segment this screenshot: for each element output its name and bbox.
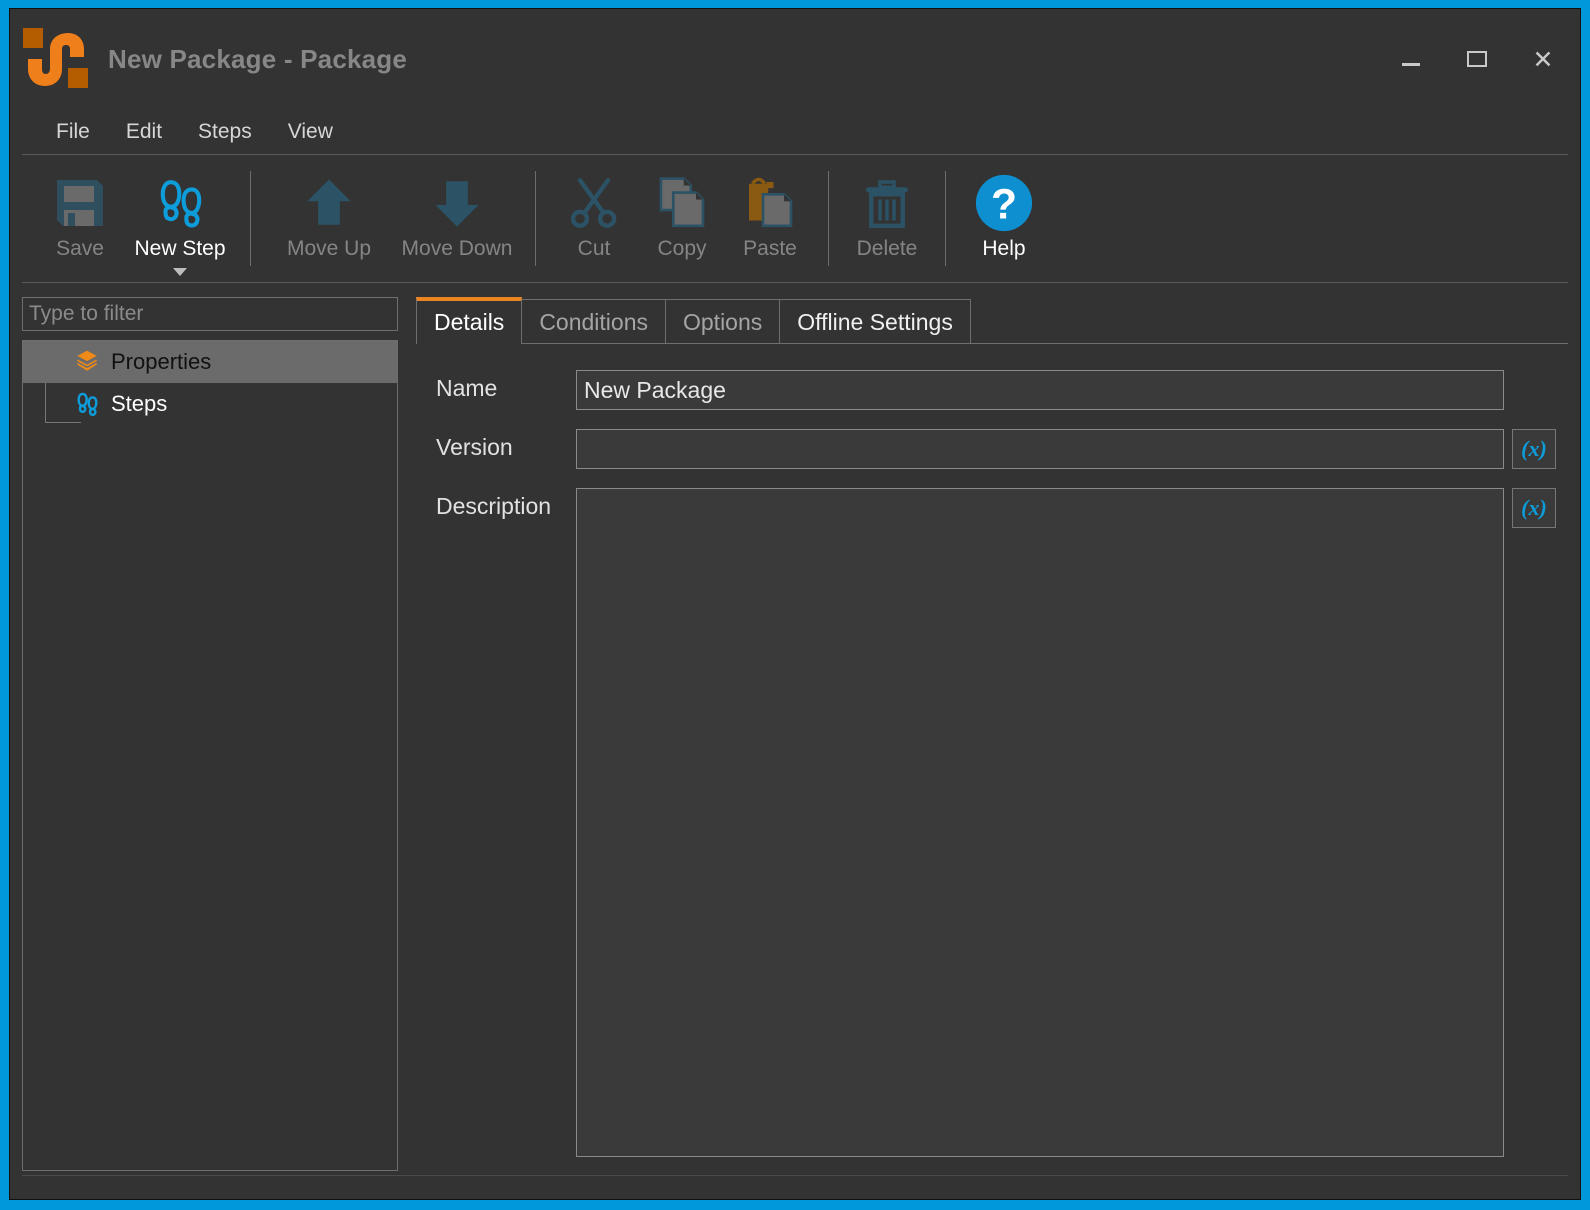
tab-strip: Details Conditions Options Offline Setti… (416, 297, 1568, 344)
help-button[interactable]: ? Help (960, 163, 1048, 282)
cut-button[interactable]: Cut (550, 163, 638, 282)
move-up-label: Move Up (286, 237, 372, 260)
version-input[interactable] (576, 429, 1504, 469)
toolbar: Save New Step Move Up Move Down Cut Copy… (22, 155, 1568, 283)
help-label: Help (982, 237, 1026, 260)
form-row-name: Name (416, 370, 1568, 410)
tab-content-details: Name Version (x) De (416, 343, 1568, 1171)
cut-label: Cut (577, 237, 611, 260)
title-bar: New Package - Package ✕ (10, 9, 1580, 109)
orange-package-icon (72, 347, 102, 377)
tree-item-properties[interactable]: Properties (23, 341, 397, 383)
footprints-icon (148, 171, 212, 235)
copy-pages-icon (650, 171, 714, 235)
new-step-button[interactable]: New Step (124, 163, 236, 282)
new-step-label: New Step (134, 237, 226, 260)
minimize-icon (1402, 62, 1420, 66)
window-title: New Package - Package (108, 43, 408, 74)
toolbar-separator (535, 171, 536, 266)
toolbar-separator (828, 171, 829, 266)
tree-item-steps[interactable]: Steps (23, 383, 397, 425)
scissors-icon (562, 171, 626, 235)
form-row-version: Version (x) (416, 429, 1568, 469)
menu-item-file[interactable]: File (44, 116, 102, 148)
menu-item-view[interactable]: View (276, 116, 345, 148)
blue-footprints-icon (72, 389, 102, 419)
question-mark-circle-icon: ? (972, 171, 1036, 235)
floppy-disk-icon (48, 171, 112, 235)
menu-bar: File Edit Steps View (22, 109, 1568, 155)
tab-options[interactable]: Options (665, 299, 781, 344)
maximize-button[interactable] (1454, 39, 1500, 79)
maximize-icon (1467, 51, 1487, 67)
tab-details[interactable]: Details (416, 297, 523, 344)
window-controls: ✕ (1388, 39, 1566, 79)
description-expression-button[interactable]: (x) (1512, 488, 1556, 528)
move-down-label: Move Down (401, 237, 513, 260)
trash-can-icon (855, 171, 919, 235)
move-down-button[interactable]: Move Down (393, 163, 521, 282)
toolbar-separator (945, 171, 946, 266)
version-expression-button[interactable]: (x) (1512, 429, 1556, 469)
description-textarea[interactable] (576, 488, 1504, 1157)
form-row-description: Description (x) (416, 488, 1568, 1157)
delete-button[interactable]: Delete (843, 163, 931, 282)
paste-button[interactable]: Paste (726, 163, 814, 282)
description-label: Description (436, 493, 552, 519)
version-label: Version (436, 434, 513, 460)
main-content-area: Properties (10, 283, 1580, 1171)
toolbar-separator (250, 171, 251, 266)
tab-conditions[interactable]: Conditions (521, 299, 666, 344)
close-button[interactable]: ✕ (1520, 39, 1566, 79)
delete-label: Delete (856, 237, 918, 260)
tab-offline-settings[interactable]: Offline Settings (779, 299, 971, 344)
name-input[interactable] (576, 370, 1504, 410)
minimize-button[interactable] (1388, 39, 1434, 79)
move-up-button[interactable]: Move Up (265, 163, 393, 282)
save-button[interactable]: Save (36, 163, 124, 282)
close-icon: ✕ (1532, 44, 1554, 74)
application-window: New Package - Package ✕ File Edit Steps … (0, 0, 1590, 1210)
copy-label: Copy (657, 237, 707, 260)
svg-text:?: ? (991, 181, 1017, 229)
arrow-up-icon (297, 171, 361, 235)
paste-label: Paste (743, 237, 797, 260)
details-panel: Details Conditions Options Offline Setti… (416, 297, 1568, 1171)
tree-item-label: Properties (111, 349, 212, 374)
navigation-tree: Properties Steps (22, 340, 398, 1171)
name-label: Name (436, 375, 498, 401)
copy-button[interactable]: Copy (638, 163, 726, 282)
status-bar (22, 1175, 1568, 1199)
arrow-down-icon (425, 171, 489, 235)
menu-item-steps[interactable]: Steps (186, 116, 264, 148)
window-body: New Package - Package ✕ File Edit Steps … (9, 8, 1581, 1200)
filter-input[interactable] (22, 297, 398, 331)
save-label: Save (56, 237, 104, 260)
menu-item-edit[interactable]: Edit (114, 116, 174, 148)
chevron-down-icon[interactable] (173, 268, 187, 276)
package-s-logo-icon (20, 23, 92, 95)
navigation-panel: Properties (22, 297, 398, 1171)
clipboard-paste-icon (738, 171, 802, 235)
tree-item-label: Steps (111, 391, 168, 416)
